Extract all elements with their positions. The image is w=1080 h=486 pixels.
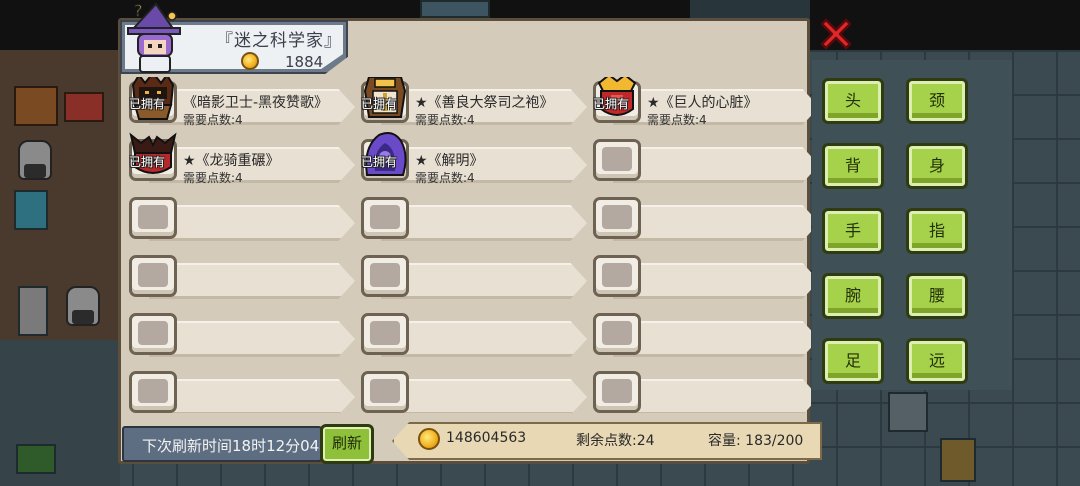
background-vase: [18, 286, 48, 336]
background-npc-icon: [18, 140, 52, 180]
category-button-body[interactable]: 身: [906, 143, 968, 189]
owned-tag: 已拥有: [361, 97, 398, 111]
shop-item[interactable]: 已拥有 ★《巨人的心脏》 需要点数:4: [589, 77, 811, 127]
background-device: [888, 392, 928, 432]
owned-tag: 已拥有: [129, 155, 166, 169]
empty-shop-slot[interactable]: [125, 367, 355, 413]
empty-shop-slot[interactable]: [589, 193, 811, 241]
item-cost: 需要点数:4: [647, 113, 707, 127]
empty-shop-slot[interactable]: [589, 309, 811, 357]
item-frame: [129, 197, 177, 239]
item-frame: [593, 313, 641, 355]
owned-tag: 已拥有: [129, 97, 166, 111]
category-button-wrist[interactable]: 腕: [822, 273, 884, 319]
category-button-waist[interactable]: 腰: [906, 273, 968, 319]
category-button-foot[interactable]: 足: [822, 338, 884, 384]
inventory-capacity: 容量: 183/200: [708, 433, 804, 449]
background-terminal: [14, 190, 48, 230]
empty-shop-slot[interactable]: [357, 251, 587, 299]
slot-label-bar: [613, 205, 811, 241]
owned-tag: 已拥有: [593, 97, 630, 111]
item-frame: [129, 371, 177, 413]
item-cost: 需要点数:4: [183, 171, 243, 185]
item-frame: [593, 139, 641, 181]
shop-item[interactable]: 已拥有 《暗影卫士-黑夜赞歌》 需要点数:4: [125, 77, 355, 127]
category-button-head[interactable]: 头: [822, 78, 884, 124]
item-cost: 需要点数:4: [183, 113, 243, 127]
shop-item[interactable]: 已拥有 ★《善良大祭司之袍》 需要点数:4: [357, 77, 587, 127]
slot-label-bar: [149, 321, 355, 357]
merchant-header: ? 『迷之科学家』 1884: [120, 2, 350, 76]
merchant-title: 『迷之科学家』: [216, 31, 342, 51]
slot-label-bar: [381, 147, 587, 183]
item-cost: 需要点数:4: [415, 171, 475, 185]
item-frame: [129, 313, 177, 355]
scientist-avatar-icon: ?: [127, 2, 181, 73]
empty-shop-slot[interactable]: [589, 367, 811, 413]
slot-label-bar: [149, 379, 355, 413]
slot-label-bar: [149, 205, 355, 241]
background-pipe: [420, 0, 490, 18]
slot-label-bar: [381, 321, 587, 357]
item-name: ★《善良大祭司之袍》: [415, 95, 554, 111]
coin-icon: [241, 52, 259, 70]
shop-item[interactable]: 已拥有 ★《龙骑重碾》 需要点数:4: [125, 132, 355, 185]
item-name: 《暗影卫士-黑夜赞歌》: [183, 95, 329, 111]
item-name: ★《巨人的心脏》: [647, 95, 758, 111]
slot-label-bar: [381, 205, 587, 241]
remaining-points: 剩余点数:24: [576, 433, 655, 449]
wallet-coin-count: 148604563: [446, 430, 527, 446]
item-cost: 需要点数:4: [415, 113, 475, 127]
slot-label-bar: [381, 379, 587, 413]
empty-shop-slot[interactable]: [589, 135, 811, 183]
item-frame: [361, 197, 409, 239]
merchant-coin-count: 1884: [285, 53, 324, 71]
empty-shop-slot[interactable]: [589, 251, 811, 299]
background-circuit: [16, 444, 56, 474]
empty-shop-slot[interactable]: [357, 193, 587, 241]
item-name: ★《龙骑重碾》: [183, 153, 280, 169]
slot-label-bar: [613, 321, 811, 357]
slot-label-bar: [613, 379, 811, 413]
owned-tag: 已拥有: [361, 155, 398, 169]
refresh-timer-box: 下次刷新时间18时12分04秒: [122, 426, 322, 462]
background-npc-icon: [66, 286, 100, 326]
item-frame: [593, 197, 641, 239]
item-frame: [361, 313, 409, 355]
category-button-ranged[interactable]: 远: [906, 338, 968, 384]
item-frame: [593, 371, 641, 413]
empty-shop-slot[interactable]: [125, 251, 355, 299]
item-frame: [361, 371, 409, 413]
coin-icon: [418, 428, 440, 450]
category-button-back[interactable]: 背: [822, 143, 884, 189]
empty-shop-slot[interactable]: [125, 193, 355, 241]
shop-item[interactable]: 已拥有 ★《解明》需要点数:4: [357, 132, 587, 185]
svg-text:?: ?: [134, 2, 143, 20]
close-icon[interactable]: [816, 14, 856, 54]
empty-shop-slot[interactable]: [125, 309, 355, 357]
empty-shop-slot[interactable]: [357, 309, 587, 357]
slot-label-bar: [613, 263, 811, 299]
background-cabinet: [14, 86, 58, 126]
refresh-timer-text: 下次刷新时间18时12分04秒: [142, 437, 322, 455]
background-device: [940, 438, 976, 482]
slot-label-bar: [149, 263, 355, 299]
item-frame: [361, 255, 409, 297]
item-frame: [593, 255, 641, 297]
shop-grid-viewport[interactable]: 已拥有 《暗影卫士-黑夜赞歌》 需要点数:4 已拥有 ★《善良大祭司之袍》 需要点数:4 已…: [125, 77, 811, 413]
slot-label-bar: [381, 263, 587, 299]
category-button-finger[interactable]: 指: [906, 208, 968, 254]
item-name: ★《解明》: [415, 153, 484, 169]
slot-label-bar: [613, 147, 811, 183]
category-button-neck[interactable]: 颈: [906, 78, 968, 124]
background-red-box: [64, 92, 104, 122]
item-frame: [129, 255, 177, 297]
shop-panel: 已拥有 《暗影卫士-黑夜赞歌》 需要点数:4 已拥有 ★《善良大祭司之袍》 需要点数:4 已…: [118, 18, 811, 464]
category-button-hand[interactable]: 手: [822, 208, 884, 254]
empty-shop-slot[interactable]: [357, 367, 587, 413]
refresh-button[interactable]: 刷新: [320, 424, 374, 464]
